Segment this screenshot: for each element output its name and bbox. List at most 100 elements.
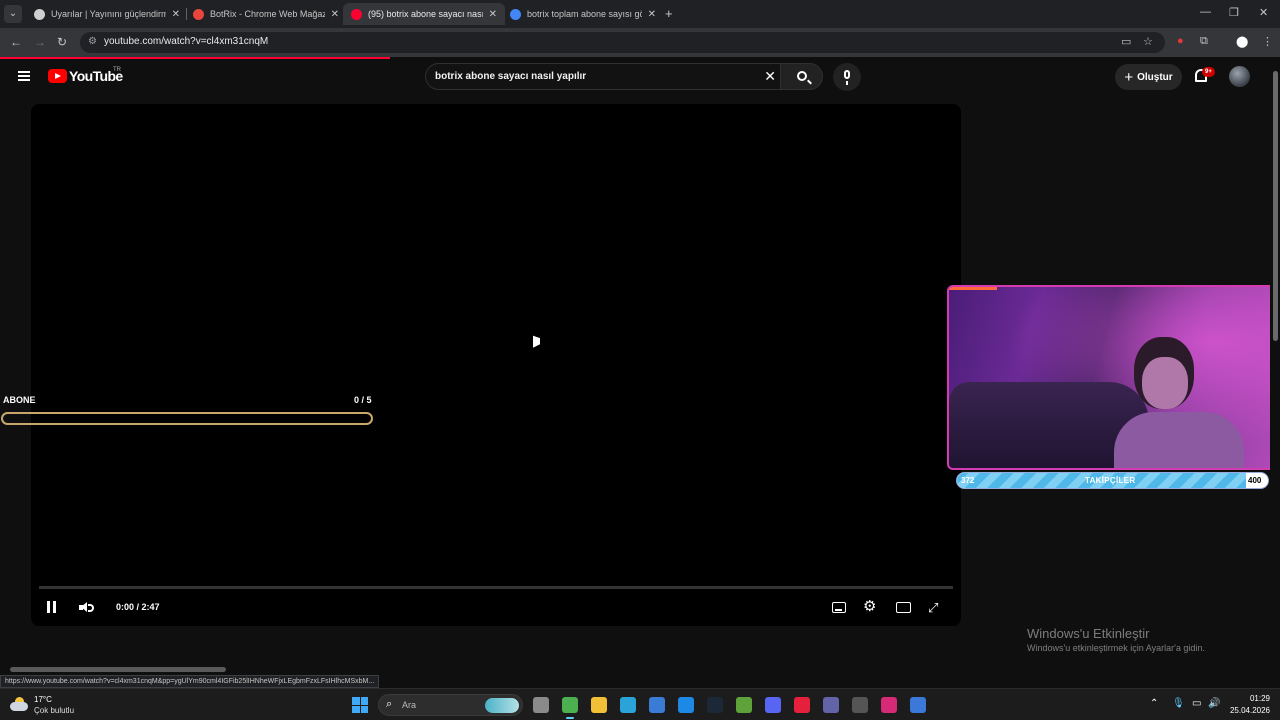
cast-icon[interactable]: ▭ (1121, 35, 1131, 48)
browser-toolbar: ← → ↻ ⚙ youtube.com/watch?v=cl4xm31cnqM … (0, 28, 1280, 57)
teams-icon[interactable] (823, 697, 839, 713)
tab-title: Uyarılar | Yayınını güçlendirmek (51, 9, 166, 19)
notification-badge: 9+ (1202, 67, 1215, 77)
instagram-icon[interactable] (881, 697, 897, 713)
tab-search-icon[interactable]: ⌄ (4, 5, 22, 23)
vertical-scrollbar[interactable] (1270, 59, 1280, 687)
store-icon[interactable] (649, 697, 665, 713)
create-label: Oluştur (1137, 71, 1173, 83)
browser-tab-2[interactable]: (95) botrix abone sayacı nasıl yapılır ✕ (343, 3, 505, 25)
music-icon[interactable] (794, 697, 810, 713)
browser-tab-strip: ⌄ Uyarılar | Yayınını güçlendirmek ✕ Bot… (0, 0, 1280, 28)
search-input[interactable]: botrix abone sayacı nasıl yapılır ✕ (425, 63, 780, 90)
taskbar-search-placeholder: Ara (402, 700, 417, 710)
video-player[interactable]: 0:00 / 2:47 ⚙ ⤢ (31, 104, 961, 626)
minimize-icon[interactable]: — (1200, 6, 1211, 18)
forward-arrow-icon[interactable]: → (34, 35, 46, 49)
address-url: youtube.com/watch?v=cl4xm31cnqM (104, 36, 269, 47)
menu-dots-icon[interactable]: ⋮ (1262, 35, 1273, 48)
search-button[interactable] (780, 63, 823, 90)
youtube-header: YouTube TR botrix abone sayacı nasıl yap… (0, 59, 1270, 96)
tray-chevron-icon[interactable]: ⌃ (1150, 698, 1158, 709)
streamer-image (1114, 317, 1254, 468)
mouse-cursor-icon (533, 335, 540, 351)
mail-icon[interactable] (678, 697, 694, 713)
webcam-feed (947, 285, 1277, 470)
voice-search-button[interactable] (833, 63, 861, 91)
speaker-icon[interactable]: 🔊 (1208, 698, 1220, 709)
maximize-icon[interactable]: ❐ (1229, 6, 1239, 19)
steam-icon[interactable] (707, 697, 723, 713)
clear-search-icon[interactable]: ✕ (764, 68, 776, 85)
search-icon: ⌕ (386, 698, 393, 710)
windows-taskbar: 17°C Çok bulutlu ⌕ Ara ⌃ 🎙 ▭ 🔊 01:29 25.… (0, 688, 1280, 720)
activation-watermark-title: Windows'u Etkinleştir (1027, 626, 1150, 641)
close-icon[interactable]: ✕ (331, 9, 339, 20)
search-icon (797, 71, 807, 81)
taskbar-date[interactable]: 25.04.2026 (1226, 706, 1270, 715)
tab-favicon-icon (351, 8, 362, 20)
activation-watermark-subtitle: Windows'u etkinleştirmek için Ayarlar'a … (1027, 643, 1205, 653)
create-button[interactable]: + Oluştur (1115, 64, 1182, 90)
plus-icon: + (1124, 68, 1134, 86)
close-icon[interactable]: ✕ (648, 9, 656, 20)
followers-current: 372 (961, 476, 975, 485)
weather-cloud-icon[interactable] (10, 697, 28, 711)
tab-favicon-icon (510, 8, 521, 20)
subtitles-icon[interactable] (832, 602, 846, 613)
tab-title: botrix toplam abone sayısı gönderi (527, 9, 642, 19)
sub-goal-label: ABONE (3, 395, 36, 405)
taskbar-time[interactable]: 01:29 (1232, 694, 1270, 703)
followers-goal: 400 (1248, 476, 1262, 485)
app-gem-icon[interactable] (910, 697, 926, 713)
avatar[interactable] (1229, 66, 1250, 87)
file-manager-icon[interactable] (533, 697, 549, 713)
site-info-icon[interactable]: ⚙ (88, 36, 97, 47)
settings-gear-icon[interactable]: ⚙ (863, 599, 876, 614)
horizontal-scrollbar[interactable] (10, 667, 226, 672)
video-time: 0:00 / 2:47 (116, 602, 160, 612)
close-icon[interactable]: ✕ (489, 9, 497, 20)
weather-temp[interactable]: 17°C (34, 695, 52, 704)
link-status-url: https://www.youtube.com/watch?v=cl4xm31c… (0, 675, 380, 688)
address-bar[interactable]: ⚙ youtube.com/watch?v=cl4xm31cnqM (80, 32, 1165, 53)
volume-icon[interactable] (79, 602, 94, 614)
search-highlight-image (485, 698, 519, 713)
browser-tab-1[interactable]: BotRix - Chrome Web Mağazası ✕ (185, 3, 347, 25)
back-arrow-icon[interactable]: ← (10, 35, 22, 49)
folder-icon[interactable] (591, 697, 607, 713)
obs-icon[interactable] (852, 697, 868, 713)
extension-botrix-icon[interactable]: ● (1177, 35, 1184, 47)
discord-icon[interactable] (765, 697, 781, 713)
country-code: TR (113, 67, 121, 73)
pause-icon[interactable] (46, 601, 58, 613)
tab-favicon-icon (193, 8, 204, 20)
app-blue-icon[interactable] (620, 697, 636, 713)
weather-desc[interactable]: Çok bulutlu (34, 706, 74, 715)
network-icon[interactable]: ▭ (1192, 698, 1201, 709)
tray-mic-icon[interactable]: 🎙 (1172, 698, 1185, 709)
followers-label: TAKİPÇİLER (1085, 476, 1136, 485)
fullscreen-icon[interactable]: ⤢ (928, 601, 938, 614)
taskbar-search[interactable]: ⌕ Ara (378, 694, 523, 716)
sub-goal-progress-bar (1, 412, 373, 425)
sub-goal-count: 0 / 5 (354, 395, 372, 405)
tab-title: BotRix - Chrome Web Mağazası (210, 9, 325, 19)
bookmark-star-icon[interactable]: ☆ (1143, 35, 1153, 48)
hamburger-menu-icon[interactable] (18, 71, 30, 81)
extensions-puzzle-icon[interactable]: ⧉ (1200, 35, 1208, 48)
minecraft-icon[interactable] (736, 697, 752, 713)
new-tab-plus-icon[interactable]: + (665, 6, 673, 21)
reload-icon[interactable]: ↻ (57, 35, 67, 49)
chrome-icon[interactable] (562, 697, 578, 719)
browser-tab-3[interactable]: botrix toplam abone sayısı gönderi ✕ (502, 3, 664, 25)
theater-mode-icon[interactable] (896, 602, 911, 613)
window-close-icon[interactable]: ✕ (1259, 6, 1268, 19)
video-progress-bar[interactable] (39, 586, 953, 589)
close-icon[interactable]: ✕ (172, 9, 180, 20)
search-query: botrix abone sayacı nasıl yapılır (435, 71, 587, 82)
youtube-logo-icon[interactable] (48, 69, 67, 83)
profile-icon[interactable]: ⬤ (1236, 35, 1248, 48)
windows-start-icon[interactable] (352, 697, 368, 713)
browser-tab-0[interactable]: Uyarılar | Yayınını güçlendirmek ✕ (26, 3, 188, 25)
